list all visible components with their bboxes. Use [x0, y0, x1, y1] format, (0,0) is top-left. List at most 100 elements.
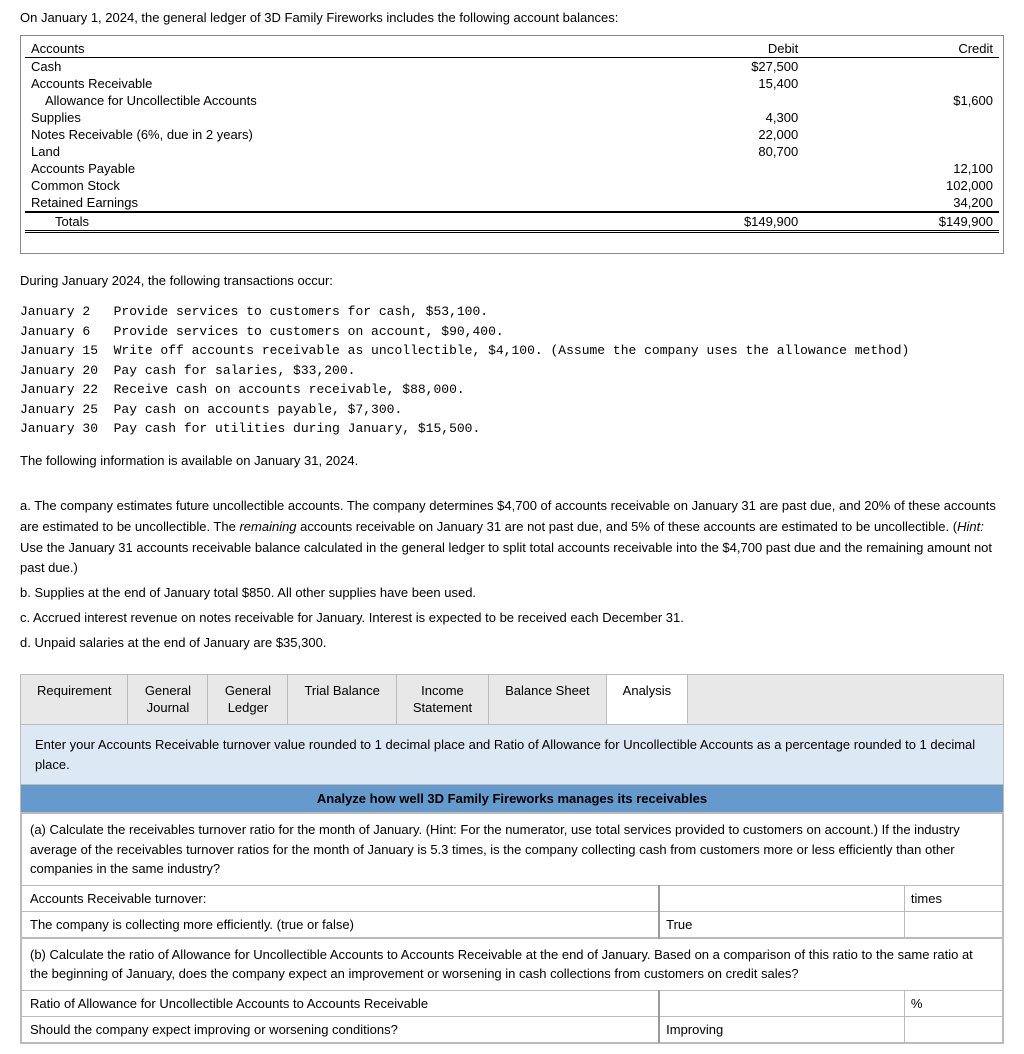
col-header-accounts: Accounts: [25, 40, 609, 58]
totals-debit: $149,900: [609, 212, 804, 232]
table-header-row: Accounts Debit Credit: [25, 40, 999, 58]
table-row: Cash $27,500: [25, 58, 999, 76]
collecting-unit: [904, 911, 1002, 938]
analysis-table: (a) Calculate the receivables turnover r…: [21, 813, 1003, 1043]
tab-instruction: Enter your Accounts Receivable turnover …: [21, 725, 1003, 785]
debit-value: [609, 177, 804, 194]
collecting-label: The company is collecting more efficient…: [22, 911, 660, 938]
credit-value: [804, 143, 999, 160]
debit-value: 4,300: [609, 109, 804, 126]
credit-value: [804, 126, 999, 143]
tab-balance-sheet[interactable]: Balance Sheet: [489, 675, 607, 725]
table-row: Land 80,700: [25, 143, 999, 160]
tab-general-journal[interactable]: GeneralJournal: [128, 675, 208, 725]
account-name: Land: [25, 143, 609, 160]
analysis-title: Analyze how well 3D Family Fireworks man…: [21, 785, 1003, 813]
tab-trial-balance[interactable]: Trial Balance: [288, 675, 396, 725]
expect-label: Should the company expect improving or w…: [22, 1016, 660, 1042]
ratio-label: Ratio of Allowance for Uncollectible Acc…: [22, 990, 660, 1016]
instruction-text: Enter your Accounts Receivable turnover …: [35, 737, 975, 772]
totals-row: Totals $149,900 $149,900: [25, 212, 999, 232]
list-item: January 30 Pay cash for utilities during…: [20, 419, 1004, 439]
expect-unit: [904, 1016, 1002, 1042]
table-row: Common Stock 102,000: [25, 177, 999, 194]
ar-turnover-row: Accounts Receivable turnover: times: [22, 885, 1003, 911]
table-row: Accounts Receivable 15,400: [25, 75, 999, 92]
expect-input[interactable]: [664, 1020, 900, 1039]
info-item-d: d. Unpaid salaries at the end of January…: [20, 633, 1004, 654]
collecting-input[interactable]: [664, 915, 900, 934]
table-row: Allowance for Uncollectible Accounts $1,…: [25, 92, 999, 109]
expect-row: Should the company expect improving or w…: [22, 1016, 1003, 1042]
info-intro: The following information is available o…: [20, 451, 1004, 472]
account-name: Retained Earnings: [25, 194, 609, 212]
balances-table: Accounts Debit Credit Cash $27,500 Accou…: [25, 40, 999, 233]
debit-value: 15,400: [609, 75, 804, 92]
analysis-section: Analyze how well 3D Family Fireworks man…: [21, 785, 1003, 1043]
debit-value: $27,500: [609, 58, 804, 76]
part-b-desc-row: (b) Calculate the ratio of Allowance for…: [22, 938, 1003, 991]
list-item: January 22 Receive cash on accounts rece…: [20, 380, 1004, 400]
expect-input-cell[interactable]: [659, 1016, 904, 1042]
list-item: January 6 Provide services to customers …: [20, 322, 1004, 342]
ratio-input[interactable]: [664, 994, 900, 1013]
part-b-desc: (b) Calculate the ratio of Allowance for…: [22, 938, 1003, 991]
table-row: Accounts Payable 12,100: [25, 160, 999, 177]
credit-value: 34,200: [804, 194, 999, 212]
transactions-section: During January 2024, the following trans…: [20, 273, 1004, 288]
debit-value: 22,000: [609, 126, 804, 143]
info-item-a: a. The company estimates future uncollec…: [20, 496, 1004, 579]
ratio-row: Ratio of Allowance for Uncollectible Acc…: [22, 990, 1003, 1016]
debit-value: [609, 92, 804, 109]
info-section: The following information is available o…: [20, 451, 1004, 654]
credit-value: [804, 75, 999, 92]
list-item: January 2 Provide services to customers …: [20, 302, 1004, 322]
totals-credit: $149,900: [804, 212, 999, 232]
ar-turnover-unit: times: [904, 885, 1002, 911]
account-name: Cash: [25, 58, 609, 76]
ratio-unit: %: [904, 990, 1002, 1016]
credit-value: 12,100: [804, 160, 999, 177]
credit-value: 102,000: [804, 177, 999, 194]
info-item-b: b. Supplies at the end of January total …: [20, 583, 1004, 604]
tab-analysis[interactable]: Analysis: [607, 675, 688, 725]
collecting-row: The company is collecting more efficient…: [22, 911, 1003, 938]
totals-label: Totals: [25, 212, 609, 232]
intro-text: On January 1, 2024, the general ledger o…: [20, 10, 1004, 25]
credit-value: [804, 58, 999, 76]
debit-value: [609, 160, 804, 177]
debit-value: [609, 194, 804, 212]
balances-section: Accounts Debit Credit Cash $27,500 Accou…: [20, 35, 1004, 254]
table-row: Supplies 4,300: [25, 109, 999, 126]
ar-turnover-input-cell[interactable]: [659, 885, 904, 911]
account-name: Notes Receivable (6%, due in 2 years): [25, 126, 609, 143]
account-name: Accounts Receivable: [25, 75, 609, 92]
tab-content-analysis: Enter your Accounts Receivable turnover …: [20, 724, 1004, 1044]
account-name: Common Stock: [25, 177, 609, 194]
list-item: January 20 Pay cash for salaries, $33,20…: [20, 361, 1004, 381]
tab-requirement[interactable]: Requirement: [21, 675, 128, 725]
ar-turnover-input[interactable]: [664, 889, 900, 908]
list-item: January 25 Pay cash on accounts payable,…: [20, 400, 1004, 420]
part-a-desc: (a) Calculate the receivables turnover r…: [22, 814, 1003, 886]
credit-value: $1,600: [804, 92, 999, 109]
transactions-intro: During January 2024, the following trans…: [20, 273, 1004, 288]
info-item-c: c. Accrued interest revenue on notes rec…: [20, 608, 1004, 629]
tabs-container: Requirement GeneralJournal GeneralLedger…: [20, 674, 1004, 725]
col-header-debit: Debit: [609, 40, 804, 58]
tab-income-statement[interactable]: IncomeStatement: [397, 675, 489, 725]
table-row: Notes Receivable (6%, due in 2 years) 22…: [25, 126, 999, 143]
ratio-input-cell[interactable]: [659, 990, 904, 1016]
collecting-input-cell[interactable]: [659, 911, 904, 938]
transactions-list: January 2 Provide services to customers …: [20, 302, 1004, 439]
tab-general-ledger[interactable]: GeneralLedger: [208, 675, 288, 725]
credit-value: [804, 109, 999, 126]
account-name: Supplies: [25, 109, 609, 126]
account-name: Allowance for Uncollectible Accounts: [25, 92, 609, 109]
ar-turnover-label: Accounts Receivable turnover:: [22, 885, 660, 911]
col-header-credit: Credit: [804, 40, 999, 58]
account-name: Accounts Payable: [25, 160, 609, 177]
table-row: Retained Earnings 34,200: [25, 194, 999, 212]
list-item: January 15 Write off accounts receivable…: [20, 341, 1004, 361]
part-a-desc-row: (a) Calculate the receivables turnover r…: [22, 814, 1003, 886]
